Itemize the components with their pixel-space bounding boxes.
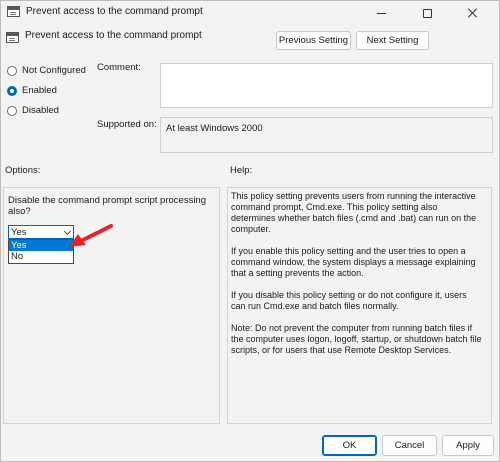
supported-on-value: At least Windows 2000 xyxy=(166,123,263,134)
close-icon xyxy=(468,8,478,18)
next-setting-button[interactable]: Next Setting xyxy=(356,31,429,50)
policy-icon xyxy=(7,6,20,17)
help-scrollbar[interactable] xyxy=(482,188,491,423)
help-paragraph: This policy setting prevents users from … xyxy=(231,191,477,234)
radio-circle[interactable] xyxy=(7,85,17,96)
radio-label: Disabled xyxy=(22,105,59,116)
apply-button[interactable]: Apply xyxy=(442,435,494,456)
maximize-button[interactable] xyxy=(404,1,450,25)
radio-enabled[interactable]: Enabled xyxy=(7,85,57,96)
title-bar[interactable]: Prevent access to the command prompt xyxy=(1,1,499,25)
help-paragraph: Note: Do not prevent the computer from r… xyxy=(231,323,482,355)
dropdown-list: Yes No xyxy=(8,239,74,264)
close-button[interactable] xyxy=(450,1,496,25)
supported-on-label: Supported on: xyxy=(97,119,157,130)
minimize-button[interactable] xyxy=(358,1,404,25)
red-arrow-icon xyxy=(69,224,113,247)
policy-dialog: Prevent access to the command prompt Pre… xyxy=(0,0,500,462)
dropdown-option-yes[interactable]: Yes xyxy=(9,240,73,251)
options-label: Options: xyxy=(5,165,41,176)
radio-not-configured[interactable]: Not Configured xyxy=(7,65,86,76)
options-question: Disable the command prompt script proces… xyxy=(8,195,207,217)
maximize-icon xyxy=(422,8,432,18)
radio-disabled[interactable]: Disabled xyxy=(7,105,59,116)
supported-on-field: At least Windows 2000 xyxy=(160,117,493,153)
window-title: Prevent access to the command prompt xyxy=(26,6,203,17)
script-processing-select[interactable]: Yes xyxy=(8,225,74,239)
previous-setting-button[interactable]: Previous Setting xyxy=(276,31,351,50)
cancel-button[interactable]: Cancel xyxy=(382,435,437,456)
help-label: Help: xyxy=(230,165,253,176)
radio-label: Enabled xyxy=(22,85,57,96)
dropdown-option-no[interactable]: No xyxy=(9,251,73,262)
radio-circle[interactable] xyxy=(7,65,17,76)
ok-button[interactable]: OK xyxy=(322,435,377,456)
help-paragraph: If you disable this policy setting or do… xyxy=(231,290,467,311)
radio-label: Not Configured xyxy=(22,65,86,76)
minimize-icon xyxy=(376,12,386,14)
comment-label: Comment: xyxy=(97,62,141,73)
select-value: Yes xyxy=(11,227,27,238)
help-paragraph: If you enable this policy setting and th… xyxy=(231,246,476,278)
policy-name: Prevent access to the command prompt xyxy=(25,30,202,41)
radio-circle[interactable] xyxy=(7,105,17,116)
comment-field[interactable] xyxy=(160,63,493,108)
setting-icon xyxy=(6,32,19,43)
help-text: This policy setting prevents users from … xyxy=(231,191,483,367)
help-panel: This policy setting prevents users from … xyxy=(227,187,492,424)
